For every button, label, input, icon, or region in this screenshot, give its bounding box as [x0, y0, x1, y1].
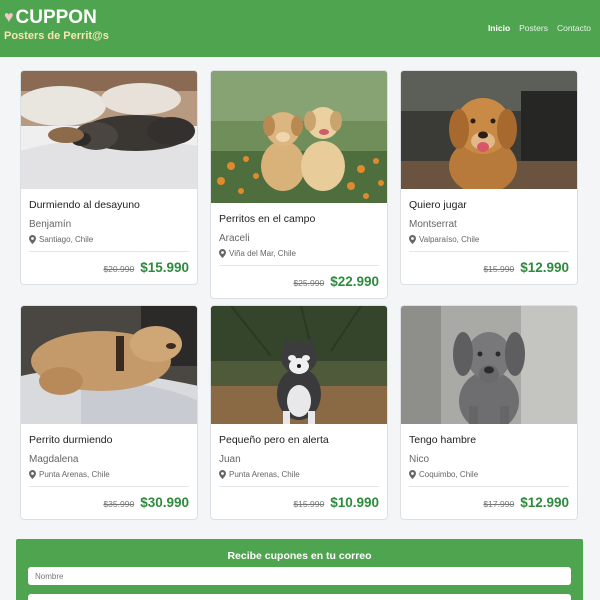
- location-text: Coquimbo, Chile: [419, 470, 479, 479]
- location-text: Punta Arenas, Chile: [39, 470, 110, 479]
- location-pin-icon: [219, 470, 226, 479]
- poster-author: Magdalena: [29, 454, 79, 465]
- current-price: $12.990: [520, 495, 569, 510]
- tagline: Posters de Perrit@s: [4, 30, 109, 42]
- current-price: $30.990: [140, 495, 189, 510]
- poster-location: Punta Arenas, Chile: [29, 470, 189, 479]
- poster-title: Tengo hambre: [409, 434, 477, 446]
- poster-author: Araceli: [219, 233, 250, 244]
- location-pin-icon: [29, 235, 36, 244]
- nav-posters[interactable]: Posters: [519, 23, 548, 33]
- poster-author: Nico: [409, 454, 430, 465]
- poster-card[interactable]: Tengo hambre Nico Coquimbo, Chile $17.99…: [400, 305, 578, 520]
- brand[interactable]: ♥ CUPPON: [4, 7, 97, 29]
- price-row: $20.990 $15.990: [29, 252, 189, 284]
- current-price: $15.990: [140, 260, 189, 275]
- price-row: $15.990 $10.990: [219, 487, 379, 519]
- brand-name: CUPPON: [15, 7, 97, 28]
- poster-title: Perritos en el campo: [219, 213, 316, 225]
- price-row: $35.990 $30.990: [29, 487, 189, 519]
- poster-image: [21, 71, 197, 189]
- poster-location: Punta Arenas, Chile: [219, 470, 379, 479]
- poster-card[interactable]: Perrito durmiendo Magdalena Punta Arenas…: [20, 305, 198, 520]
- poster-image: [211, 306, 387, 424]
- poster-author: Benjamín: [29, 219, 72, 230]
- poster-card[interactable]: Durmiendo al desayuno Benjamín Santiago,…: [20, 70, 198, 285]
- email-input[interactable]: [28, 594, 571, 600]
- old-price: $15.990: [483, 264, 515, 274]
- poster-author: Juan: [219, 454, 241, 465]
- subscribe-section: Recibe cupones en tu correo: [16, 539, 583, 600]
- poster-image: [401, 71, 577, 189]
- poster-card[interactable]: Quiero jugar Montserrat Valparaíso, Chil…: [400, 70, 578, 285]
- main-nav: Inicio Posters Contacto: [488, 23, 591, 33]
- location-text: Santiago, Chile: [39, 235, 94, 244]
- heart-icon: ♥: [4, 9, 14, 26]
- old-price: $17.990: [483, 499, 515, 509]
- location-pin-icon: [409, 235, 416, 244]
- poster-card[interactable]: Pequeño pero en alerta Juan Punta Arenas…: [210, 305, 388, 520]
- old-price: $15.990: [293, 499, 325, 509]
- location-text: Valparaíso, Chile: [419, 235, 480, 244]
- name-input[interactable]: [28, 567, 571, 585]
- old-price: $20.990: [103, 264, 135, 274]
- poster-card[interactable]: Perritos en el campo Araceli Viña del Ma…: [210, 70, 388, 299]
- poster-location: Santiago, Chile: [29, 235, 189, 244]
- old-price: $25.990: [293, 278, 325, 288]
- nav-inicio[interactable]: Inicio: [488, 23, 510, 33]
- price-row: $17.990 $12.990: [409, 487, 569, 519]
- location-pin-icon: [219, 249, 226, 258]
- location-text: Viña del Mar, Chile: [229, 249, 296, 258]
- old-price: $35.990: [103, 499, 135, 509]
- current-price: $10.990: [330, 495, 379, 510]
- price-row: $25.990 $22.990: [219, 266, 379, 298]
- poster-author: Montserrat: [409, 219, 457, 230]
- current-price: $12.990: [520, 260, 569, 275]
- location-text: Punta Arenas, Chile: [229, 470, 300, 479]
- poster-title: Pequeño pero en alerta: [219, 434, 329, 446]
- poster-image: [211, 71, 387, 203]
- subscribe-title: Recibe cupones en tu correo: [227, 550, 372, 562]
- poster-title: Perrito durmiendo: [29, 434, 113, 446]
- location-pin-icon: [409, 470, 416, 479]
- poster-location: Viña del Mar, Chile: [219, 249, 379, 258]
- current-price: $22.990: [330, 274, 379, 289]
- location-pin-icon: [29, 470, 36, 479]
- poster-location: Valparaíso, Chile: [409, 235, 569, 244]
- price-row: $15.990 $12.990: [409, 252, 569, 284]
- poster-title: Durmiendo al desayuno: [29, 199, 140, 211]
- poster-title: Quiero jugar: [409, 199, 467, 211]
- poster-image: [21, 306, 197, 424]
- site-header: ♥ CUPPON Posters de Perrit@s Inicio Post…: [0, 0, 600, 57]
- poster-image: [401, 306, 577, 424]
- nav-contacto[interactable]: Contacto: [557, 23, 591, 33]
- poster-location: Coquimbo, Chile: [409, 470, 569, 479]
